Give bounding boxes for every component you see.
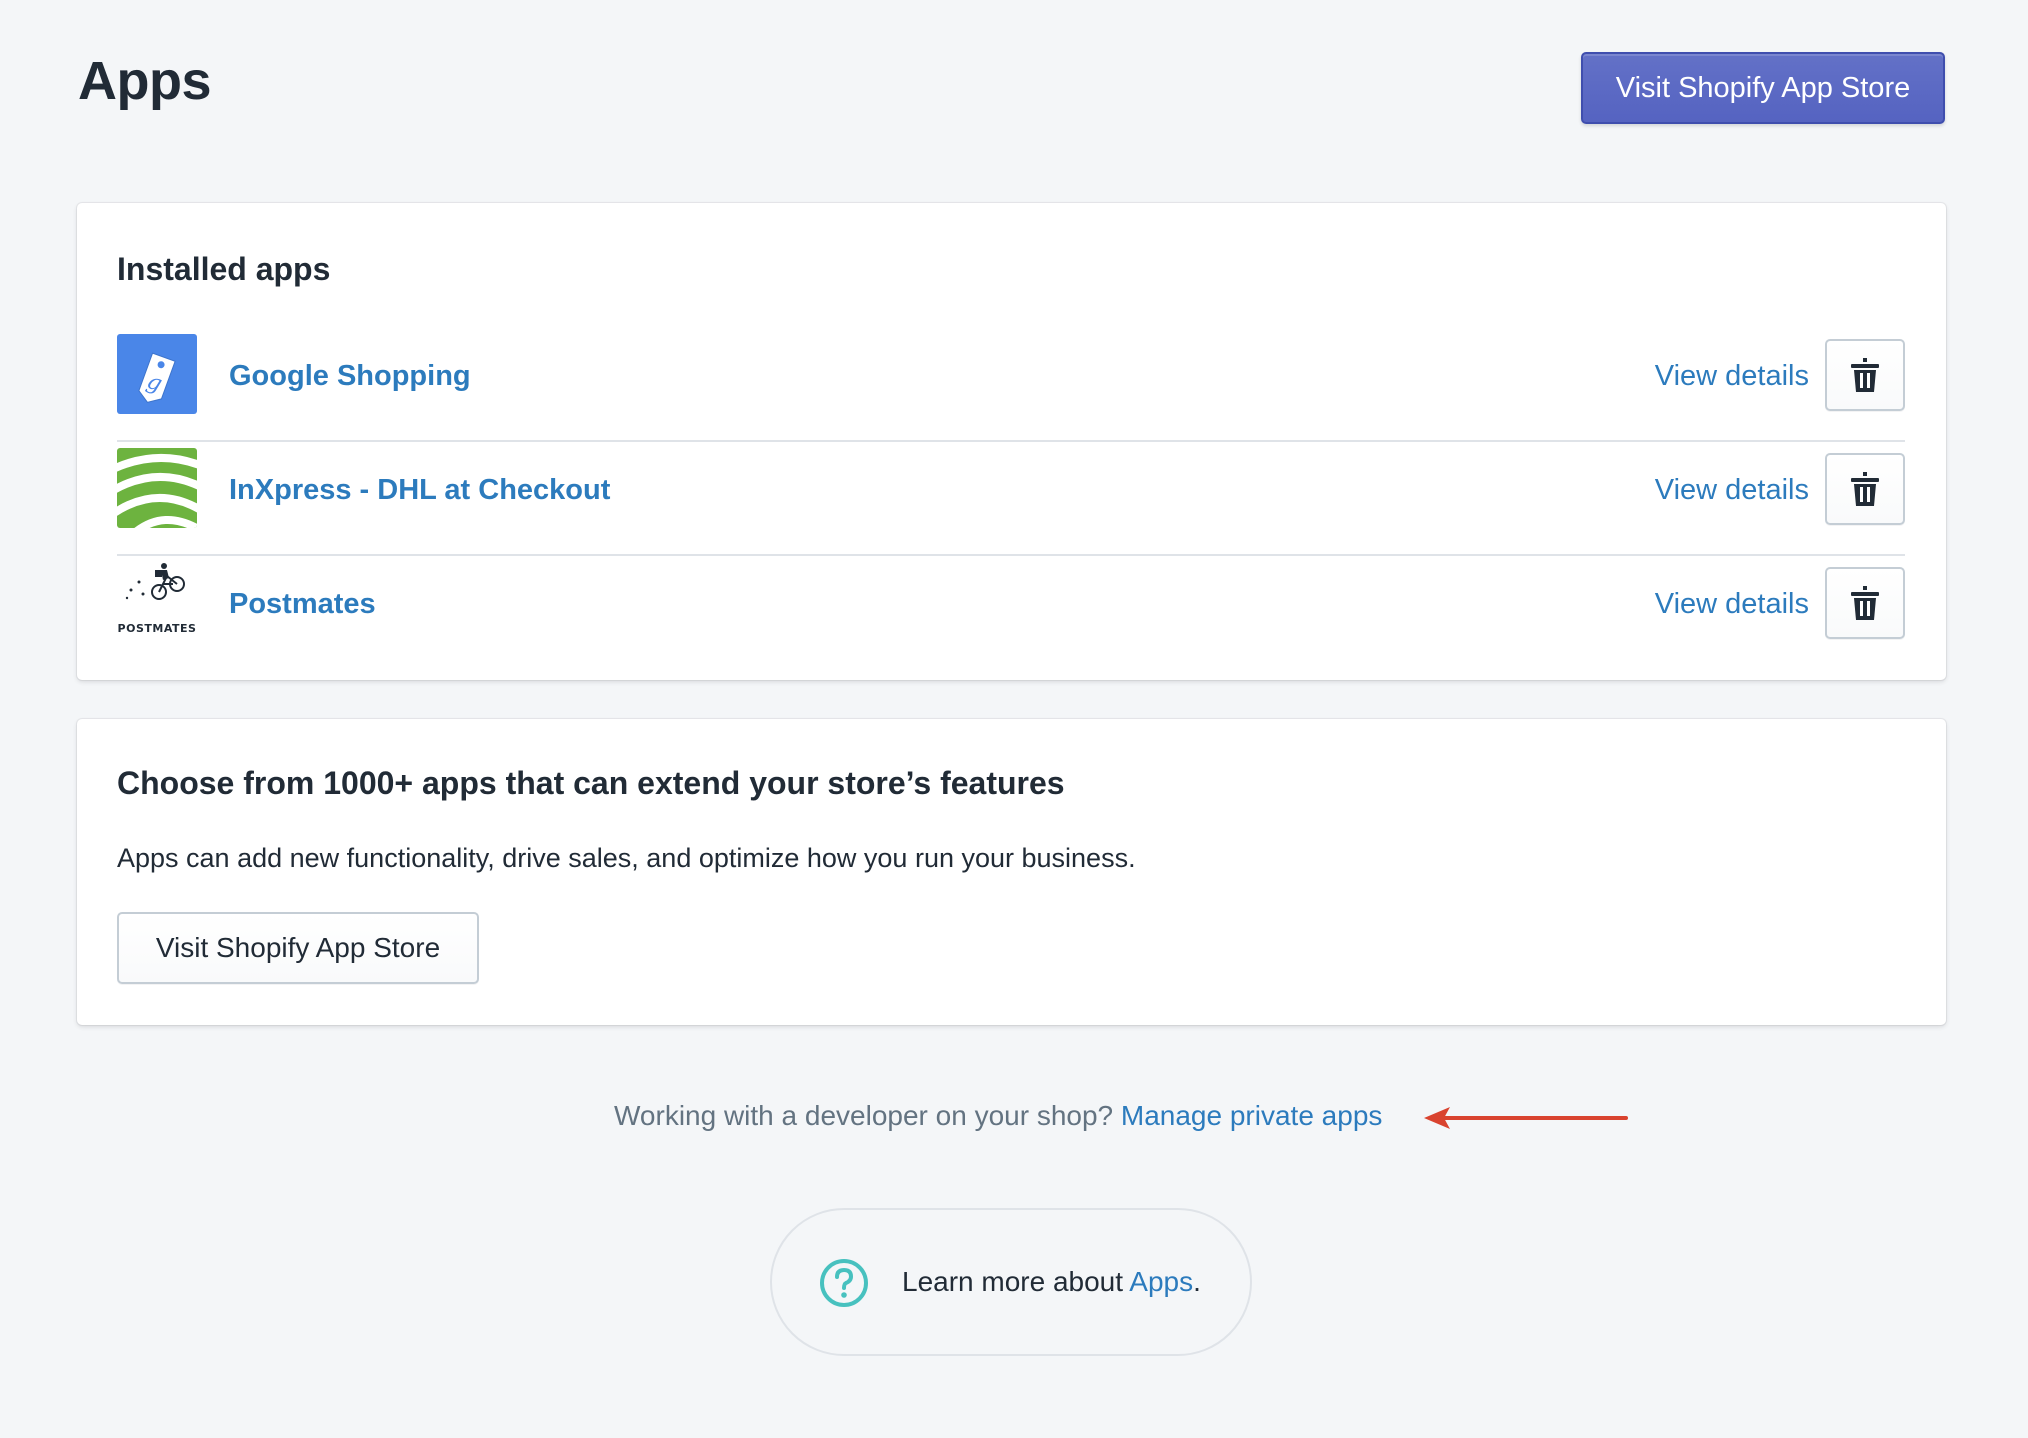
trash-icon [1851,358,1879,392]
installed-apps-card: Installed apps g Google Shopping View de… [77,203,1946,680]
trash-icon [1851,472,1879,506]
discover-apps-title: Choose from 1000+ apps that can extend y… [117,765,1065,801]
google-shopping-logo-icon: g [117,334,197,414]
help-circle-icon [820,1259,868,1307]
learn-more-suffix: . [1193,1266,1201,1297]
page-title: Apps [78,51,212,111]
inxpress-logo-icon [117,448,197,528]
view-details-link[interactable]: View details [1655,474,1809,507]
discover-apps-card: Choose from 1000+ apps that can extend y… [77,719,1946,1025]
developer-question-text: Working with a developer on your shop? [614,1100,1114,1131]
learn-more-text: Learn more about Apps. [902,1266,1201,1298]
annotation-arrow-icon [1424,1107,1628,1129]
app-name-link[interactable]: Postmates [229,588,376,621]
app-row-postmates: POSTMATES Postmates View details [117,556,1905,670]
learn-more-prefix: Learn more about [902,1266,1130,1297]
manage-private-apps-link[interactable]: Manage private apps [1121,1100,1383,1131]
installed-apps-title: Installed apps [117,251,331,287]
view-details-link[interactable]: View details [1655,360,1809,393]
delete-app-button[interactable] [1825,567,1905,639]
visit-app-store-button[interactable]: Visit Shopify App Store [1581,52,1945,124]
app-name-link[interactable]: InXpress - DHL at Checkout [229,474,610,507]
apps-help-link[interactable]: Apps [1129,1266,1193,1297]
trash-icon [1851,586,1879,620]
apps-page: Apps Visit Shopify App Store Installed a… [0,0,2028,1438]
visit-app-store-secondary-button[interactable]: Visit Shopify App Store [117,912,479,984]
delete-app-button[interactable] [1825,339,1905,411]
discover-apps-description: Apps can add new functionality, drive sa… [117,843,1136,873]
postmates-logo-text: POSTMATES [117,622,197,635]
view-details-link[interactable]: View details [1655,588,1809,621]
app-row-inxpress: InXpress - DHL at Checkout View details [117,442,1905,556]
app-row-google-shopping: g Google Shopping View details [117,328,1905,442]
learn-more-footer: Learn more about Apps. [770,1208,1252,1356]
app-name-link[interactable]: Google Shopping [229,360,471,393]
delete-app-button[interactable] [1825,453,1905,525]
postmates-logo-icon: POSTMATES [117,562,197,642]
